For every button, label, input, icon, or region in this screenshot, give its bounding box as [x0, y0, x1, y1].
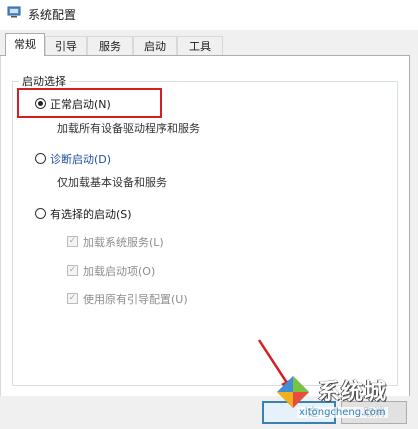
- window-edge: [410, 30, 418, 396]
- startup-selection-title: 启动选择: [19, 73, 69, 89]
- selective-startup-radio[interactable]: [35, 208, 46, 219]
- diagnostic-startup-label[interactable]: 诊断启动(D): [50, 151, 111, 167]
- tab-general[interactable]: 常规: [5, 33, 45, 56]
- watermark-logo-icon: [277, 376, 309, 408]
- diagnostic-startup-radio[interactable]: [35, 153, 46, 164]
- title-bar: 系统配置: [0, 0, 418, 30]
- load-startup-items-checkbox[interactable]: ✓: [67, 265, 78, 276]
- load-system-services-checkbox[interactable]: ✓: [67, 236, 78, 247]
- tab-boot[interactable]: 引导: [45, 36, 87, 55]
- watermark-url: xitongcheng.com: [297, 407, 388, 418]
- load-startup-items-label: 加载启动项(O): [83, 265, 156, 278]
- selective-startup-label[interactable]: 有选择的启动(S): [50, 206, 132, 222]
- red-highlight-box: [17, 88, 162, 118]
- system-config-icon: [7, 6, 21, 18]
- use-original-boot-config-checkbox[interactable]: ✓: [67, 293, 78, 304]
- watermark-text: 系统城: [318, 380, 388, 405]
- use-original-boot-config-label: 使用原有引导配置(U): [83, 293, 188, 306]
- tab-services[interactable]: 服务: [87, 36, 133, 55]
- diagnostic-startup-description: 仅加载基本设备和服务: [57, 176, 167, 189]
- window-title: 系统配置: [28, 8, 77, 22]
- tab-tools[interactable]: 工具: [177, 36, 223, 55]
- tab-startup[interactable]: 启动: [133, 36, 177, 55]
- load-system-services-label: 加载系统服务(L): [83, 236, 164, 249]
- normal-startup-description: 加载所有设备驱动程序和服务: [57, 122, 200, 135]
